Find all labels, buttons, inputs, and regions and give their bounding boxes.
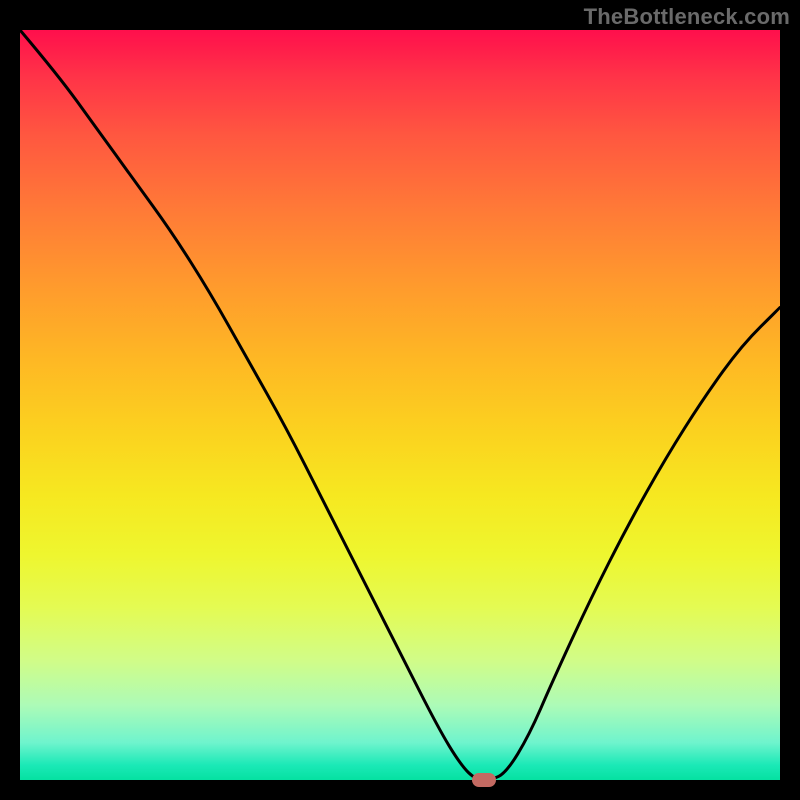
current-point-marker: [472, 773, 496, 787]
bottleneck-curve: [20, 30, 780, 780]
plot-area: [20, 30, 780, 780]
curve-svg: [20, 30, 780, 780]
chart-frame: TheBottleneck.com: [0, 0, 800, 800]
watermark-text: TheBottleneck.com: [584, 4, 790, 30]
